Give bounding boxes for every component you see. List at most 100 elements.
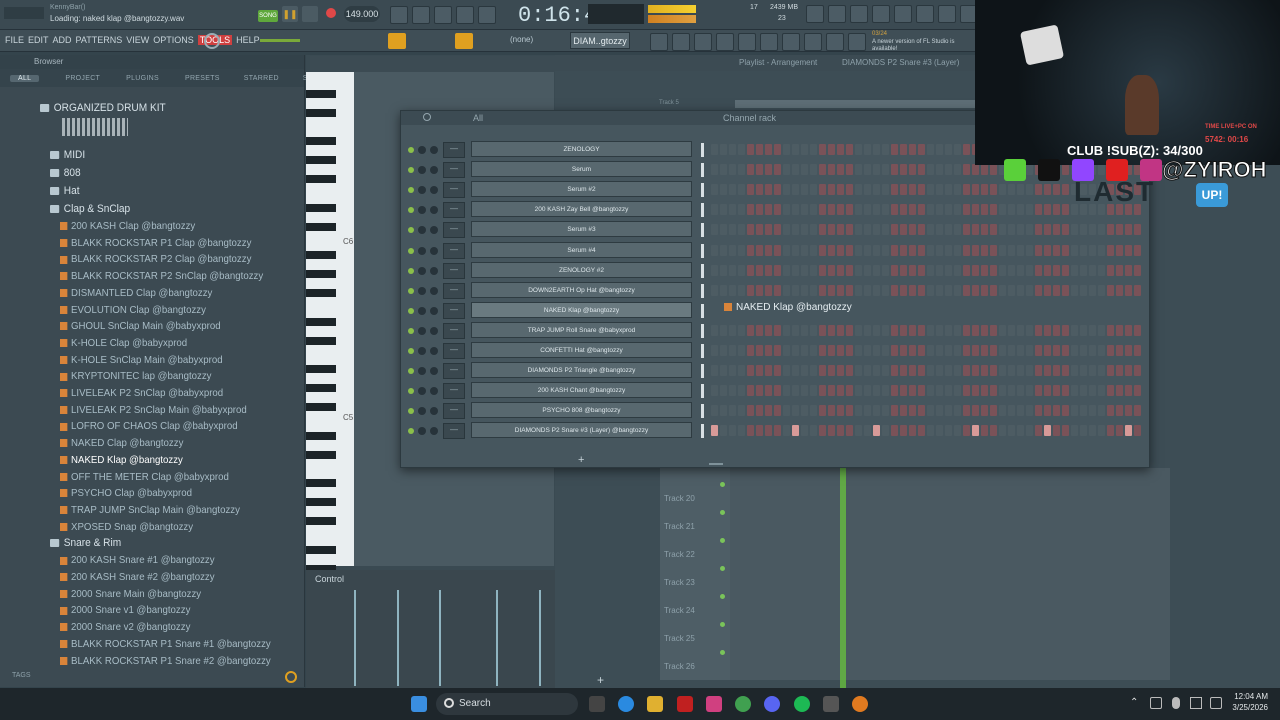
black-key[interactable] <box>306 498 336 506</box>
step-button[interactable] <box>972 324 979 336</box>
piano-keyboard[interactable] <box>306 72 354 573</box>
step-button[interactable] <box>972 405 979 417</box>
channel-name-button[interactable]: DOWN2EARTH Op Hat @bangtozzy <box>471 281 692 298</box>
step-button[interactable] <box>864 365 871 377</box>
channel-mute-led[interactable] <box>408 187 414 194</box>
file-item[interactable]: XPOSED Snap @bangtozzy <box>60 519 193 535</box>
step-button[interactable] <box>837 405 844 417</box>
clock-time[interactable]: 12:04 AM <box>1228 692 1268 701</box>
channel-mute-led[interactable] <box>408 307 414 314</box>
step-button[interactable] <box>720 224 727 236</box>
step-button[interactable] <box>873 385 880 397</box>
step-button[interactable] <box>864 284 871 296</box>
step-button[interactable] <box>1017 224 1024 236</box>
step-button[interactable] <box>783 284 790 296</box>
step-button[interactable] <box>1098 385 1105 397</box>
step-button[interactable] <box>891 244 898 256</box>
step-button[interactable] <box>738 224 745 236</box>
step-button[interactable] <box>963 324 970 336</box>
step-button[interactable] <box>792 345 799 356</box>
step-button[interactable] <box>972 345 979 356</box>
step-button[interactable] <box>864 425 871 437</box>
step-button[interactable] <box>918 425 925 437</box>
stop-button[interactable] <box>302 6 318 22</box>
step-button[interactable] <box>783 324 790 336</box>
cloud-button[interactable] <box>848 33 866 51</box>
obs-icon[interactable] <box>823 696 839 712</box>
step-button[interactable] <box>981 224 988 236</box>
spotify-icon[interactable] <box>794 696 810 712</box>
step-button[interactable] <box>846 385 853 397</box>
help-icon[interactable] <box>872 5 890 23</box>
step-button[interactable] <box>873 284 880 296</box>
step-button[interactable] <box>765 405 772 417</box>
step-button[interactable] <box>936 385 943 397</box>
step-button[interactable] <box>855 345 862 356</box>
step-button[interactable] <box>846 144 853 155</box>
channel-select-indicator[interactable] <box>701 384 704 399</box>
step-button[interactable] <box>1053 264 1060 276</box>
step-button[interactable] <box>1098 264 1105 276</box>
step-button[interactable] <box>855 425 862 437</box>
volume-icon[interactable] <box>1210 697 1222 709</box>
step-button[interactable] <box>801 204 808 216</box>
step-button[interactable] <box>747 405 754 417</box>
step-button[interactable] <box>774 385 781 397</box>
step-button[interactable] <box>720 345 727 356</box>
step-button[interactable] <box>927 264 934 276</box>
channel-select-indicator[interactable] <box>701 404 704 419</box>
step-button[interactable] <box>1089 264 1096 276</box>
step-button[interactable] <box>1053 224 1060 236</box>
step-button[interactable] <box>792 264 799 276</box>
step-button[interactable] <box>792 365 799 377</box>
step-button[interactable] <box>837 164 844 176</box>
step-button[interactable] <box>1017 284 1024 296</box>
channel-name-button[interactable]: 200 KASH Zay Bell @bangtozzy <box>471 201 692 218</box>
step-button[interactable] <box>1026 365 1033 377</box>
channel-volume-knob[interactable] <box>430 326 438 335</box>
velocity-bar[interactable] <box>354 590 356 686</box>
step-button[interactable] <box>891 284 898 296</box>
channel-name-button[interactable]: Serum <box>471 161 692 178</box>
step-button[interactable] <box>1125 324 1132 336</box>
step-button[interactable] <box>936 244 943 256</box>
file-item[interactable]: EVOLUTION Clap @bangtozzy <box>60 302 206 318</box>
channel-pan-knob[interactable] <box>418 407 426 416</box>
track-label[interactable]: Track 23 <box>664 578 695 587</box>
step-button[interactable] <box>837 244 844 256</box>
step-button[interactable] <box>954 284 961 296</box>
step-button[interactable] <box>1044 425 1051 437</box>
step-button[interactable] <box>1017 425 1024 437</box>
step-button[interactable] <box>909 184 916 196</box>
step-button[interactable] <box>1134 365 1141 377</box>
step-button[interactable] <box>729 204 736 216</box>
step-button[interactable] <box>1134 425 1141 437</box>
mixer-track-selector[interactable]: — <box>443 363 465 380</box>
step-button[interactable] <box>1107 365 1114 377</box>
step-button[interactable] <box>846 324 853 336</box>
channel-row[interactable]: — Serum #4 <box>401 241 1151 260</box>
save-icon[interactable] <box>894 5 912 23</box>
file-item[interactable]: 200 KASH Snare #2 @bangtozzy <box>60 569 215 585</box>
step-button[interactable] <box>1026 244 1033 256</box>
black-key[interactable] <box>306 365 336 373</box>
velocity-bar[interactable] <box>397 590 399 686</box>
step-button[interactable] <box>945 224 952 236</box>
step-button[interactable] <box>1080 244 1087 256</box>
step-button[interactable] <box>873 324 880 336</box>
step-button[interactable] <box>720 284 727 296</box>
playhead[interactable] <box>840 468 846 688</box>
channel-select-indicator[interactable] <box>701 223 704 238</box>
step-button[interactable] <box>981 284 988 296</box>
step-button[interactable] <box>963 405 970 417</box>
rack-scrollbar[interactable] <box>709 463 723 465</box>
step-button[interactable] <box>1062 324 1069 336</box>
step-button[interactable] <box>774 184 781 196</box>
step-button[interactable] <box>981 204 988 216</box>
step-button[interactable] <box>1116 425 1123 437</box>
audio-button[interactable] <box>782 33 800 51</box>
step-button[interactable] <box>882 345 889 356</box>
black-key[interactable] <box>306 203 336 212</box>
step-button[interactable] <box>972 264 979 276</box>
step-button[interactable] <box>729 385 736 397</box>
